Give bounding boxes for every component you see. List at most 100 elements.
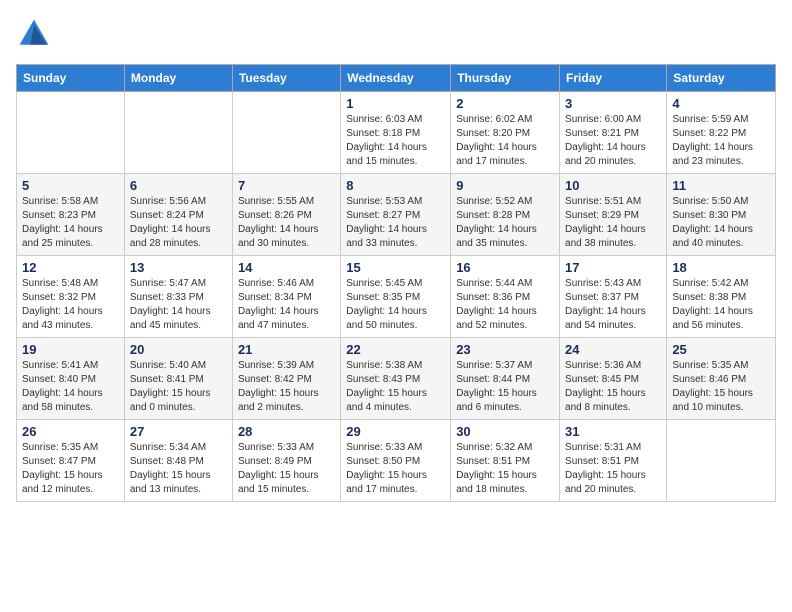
calendar-cell: 26 Sunrise: 5:35 AM Sunset: 8:47 PM Dayli… [17, 420, 125, 502]
day-info: Sunrise: 5:45 AM Sunset: 8:35 PM Dayligh… [346, 277, 445, 333]
day-info: Sunrise: 5:44 AM Sunset: 8:36 PM Dayligh… [456, 277, 554, 333]
calendar-cell [17, 92, 125, 174]
day-info: Sunrise: 5:55 AM Sunset: 8:26 PM Dayligh… [238, 195, 335, 251]
day-info: Sunrise: 5:39 AM Sunset: 8:42 PM Dayligh… [238, 359, 335, 415]
day-number: 4 [672, 96, 770, 111]
calendar-cell: 18Sunrise: 5:42 AM Sunset: 8:38 PM Dayli… [667, 256, 776, 338]
day-number: 1 [346, 96, 445, 111]
calendar-cell: 5 Sunrise: 5:58 AM Sunset: 8:23 PM Daylig… [17, 174, 125, 256]
calendar-cell: 12 Sunrise: 5:48 AM Sunset: 8:32 PM Dayli… [17, 256, 125, 338]
calendar-cell: 8 Sunrise: 5:53 AM Sunset: 8:27 PM Daylig… [341, 174, 451, 256]
calendar-cell: 19Sunrise: 5:41 AM Sunset: 8:40 PM Dayli… [17, 338, 125, 420]
day-info: Sunrise: 5:35 AM Sunset: 8:46 PM Dayligh… [672, 359, 770, 415]
calendar-cell: 10 Sunrise: 5:51 AM Sunset: 8:29 PM Dayli… [560, 174, 667, 256]
day-number: 15 [346, 260, 445, 275]
day-number: 26 [22, 424, 119, 439]
weekday-header: Friday [560, 65, 667, 92]
day-number: 9 [456, 178, 554, 193]
day-number: 7 [238, 178, 335, 193]
day-info: Sunrise: 5:51 AM Sunset: 8:29 PM Dayligh… [565, 195, 661, 251]
day-number: 10 [565, 178, 661, 193]
day-info: Sunrise: 6:02 AM Sunset: 8:20 PM Dayligh… [456, 113, 554, 169]
day-info: Sunrise: 5:37 AM Sunset: 8:44 PM Dayligh… [456, 359, 554, 415]
calendar-cell: 23 Sunrise: 5:37 AM Sunset: 8:44 PM Dayli… [451, 338, 560, 420]
calendar-week-row: 5 Sunrise: 5:58 AM Sunset: 8:23 PM Daylig… [17, 174, 776, 256]
day-number: 21 [238, 342, 335, 357]
calendar-cell: 4 Sunrise: 5:59 AM Sunset: 8:22 PM Daylig… [667, 92, 776, 174]
day-info: Sunrise: 5:36 AM Sunset: 8:45 PM Dayligh… [565, 359, 661, 415]
day-info: Sunrise: 5:56 AM Sunset: 8:24 PM Dayligh… [130, 195, 227, 251]
calendar-cell: 14 Sunrise: 5:46 AM Sunset: 8:34 PM Dayli… [232, 256, 340, 338]
day-number: 6 [130, 178, 227, 193]
logo-icon [16, 16, 52, 52]
calendar-cell [124, 92, 232, 174]
calendar-cell: 21 Sunrise: 5:39 AM Sunset: 8:42 PM Dayli… [232, 338, 340, 420]
day-number: 29 [346, 424, 445, 439]
day-info: Sunrise: 5:41 AM Sunset: 8:40 PM Dayligh… [22, 359, 119, 415]
day-number: 14 [238, 260, 335, 275]
day-number: 16 [456, 260, 554, 275]
calendar-cell: 6 Sunrise: 5:56 AM Sunset: 8:24 PM Daylig… [124, 174, 232, 256]
day-number: 3 [565, 96, 661, 111]
calendar-week-row: 26 Sunrise: 5:35 AM Sunset: 8:47 PM Dayli… [17, 420, 776, 502]
calendar-table: SundayMondayTuesdayWednesdayThursdayFrid… [16, 64, 776, 502]
day-info: Sunrise: 5:43 AM Sunset: 8:37 PM Dayligh… [565, 277, 661, 333]
day-info: Sunrise: 5:34 AM Sunset: 8:48 PM Dayligh… [130, 441, 227, 497]
day-number: 23 [456, 342, 554, 357]
day-number: 11 [672, 178, 770, 193]
calendar-cell: 7 Sunrise: 5:55 AM Sunset: 8:26 PM Daylig… [232, 174, 340, 256]
calendar-cell: 24Sunrise: 5:36 AM Sunset: 8:45 PM Dayli… [560, 338, 667, 420]
calendar-cell: 9 Sunrise: 5:52 AM Sunset: 8:28 PM Daylig… [451, 174, 560, 256]
calendar-cell: 1 Sunrise: 6:03 AM Sunset: 8:18 PM Daylig… [341, 92, 451, 174]
day-info: Sunrise: 5:31 AM Sunset: 8:51 PM Dayligh… [565, 441, 661, 497]
calendar-cell: 16 Sunrise: 5:44 AM Sunset: 8:36 PM Dayli… [451, 256, 560, 338]
day-number: 25 [672, 342, 770, 357]
calendar-week-row: 19Sunrise: 5:41 AM Sunset: 8:40 PM Dayli… [17, 338, 776, 420]
day-info: Sunrise: 5:46 AM Sunset: 8:34 PM Dayligh… [238, 277, 335, 333]
day-number: 13 [130, 260, 227, 275]
day-info: Sunrise: 5:38 AM Sunset: 8:43 PM Dayligh… [346, 359, 445, 415]
calendar-cell: 15 Sunrise: 5:45 AM Sunset: 8:35 PM Dayli… [341, 256, 451, 338]
day-info: Sunrise: 5:48 AM Sunset: 8:32 PM Dayligh… [22, 277, 119, 333]
day-info: Sunrise: 5:35 AM Sunset: 8:47 PM Dayligh… [22, 441, 119, 497]
calendar-cell: 2 Sunrise: 6:02 AM Sunset: 8:20 PM Daylig… [451, 92, 560, 174]
day-info: Sunrise: 5:33 AM Sunset: 8:49 PM Dayligh… [238, 441, 335, 497]
day-number: 2 [456, 96, 554, 111]
day-number: 22 [346, 342, 445, 357]
calendar-week-row: 1 Sunrise: 6:03 AM Sunset: 8:18 PM Daylig… [17, 92, 776, 174]
calendar-cell: 20 Sunrise: 5:40 AM Sunset: 8:41 PM Dayli… [124, 338, 232, 420]
day-info: Sunrise: 5:53 AM Sunset: 8:27 PM Dayligh… [346, 195, 445, 251]
weekday-header: Thursday [451, 65, 560, 92]
day-number: 12 [22, 260, 119, 275]
weekday-header: Sunday [17, 65, 125, 92]
day-number: 20 [130, 342, 227, 357]
calendar-cell [667, 420, 776, 502]
day-number: 8 [346, 178, 445, 193]
day-info: Sunrise: 5:32 AM Sunset: 8:51 PM Dayligh… [456, 441, 554, 497]
day-number: 30 [456, 424, 554, 439]
day-info: Sunrise: 5:59 AM Sunset: 8:22 PM Dayligh… [672, 113, 770, 169]
day-info: Sunrise: 6:03 AM Sunset: 8:18 PM Dayligh… [346, 113, 445, 169]
day-info: Sunrise: 5:33 AM Sunset: 8:50 PM Dayligh… [346, 441, 445, 497]
day-info: Sunrise: 6:00 AM Sunset: 8:21 PM Dayligh… [565, 113, 661, 169]
day-info: Sunrise: 5:40 AM Sunset: 8:41 PM Dayligh… [130, 359, 227, 415]
calendar-cell: 11 Sunrise: 5:50 AM Sunset: 8:30 PM Dayli… [667, 174, 776, 256]
weekday-header: Wednesday [341, 65, 451, 92]
calendar-cell: 3 Sunrise: 6:00 AM Sunset: 8:21 PM Daylig… [560, 92, 667, 174]
day-info: Sunrise: 5:50 AM Sunset: 8:30 PM Dayligh… [672, 195, 770, 251]
calendar-cell: 25 Sunrise: 5:35 AM Sunset: 8:46 PM Dayli… [667, 338, 776, 420]
day-number: 28 [238, 424, 335, 439]
logo [16, 16, 56, 52]
day-number: 18 [672, 260, 770, 275]
day-number: 5 [22, 178, 119, 193]
day-info: Sunrise: 5:58 AM Sunset: 8:23 PM Dayligh… [22, 195, 119, 251]
day-number: 17 [565, 260, 661, 275]
calendar-cell: 29 Sunrise: 5:33 AM Sunset: 8:50 PM Dayli… [341, 420, 451, 502]
calendar-cell: 17 Sunrise: 5:43 AM Sunset: 8:37 PM Dayli… [560, 256, 667, 338]
weekday-header: Saturday [667, 65, 776, 92]
calendar-week-row: 12 Sunrise: 5:48 AM Sunset: 8:32 PM Dayli… [17, 256, 776, 338]
day-info: Sunrise: 5:52 AM Sunset: 8:28 PM Dayligh… [456, 195, 554, 251]
calendar-cell [232, 92, 340, 174]
day-number: 27 [130, 424, 227, 439]
calendar-cell: 28 Sunrise: 5:33 AM Sunset: 8:49 PM Dayli… [232, 420, 340, 502]
